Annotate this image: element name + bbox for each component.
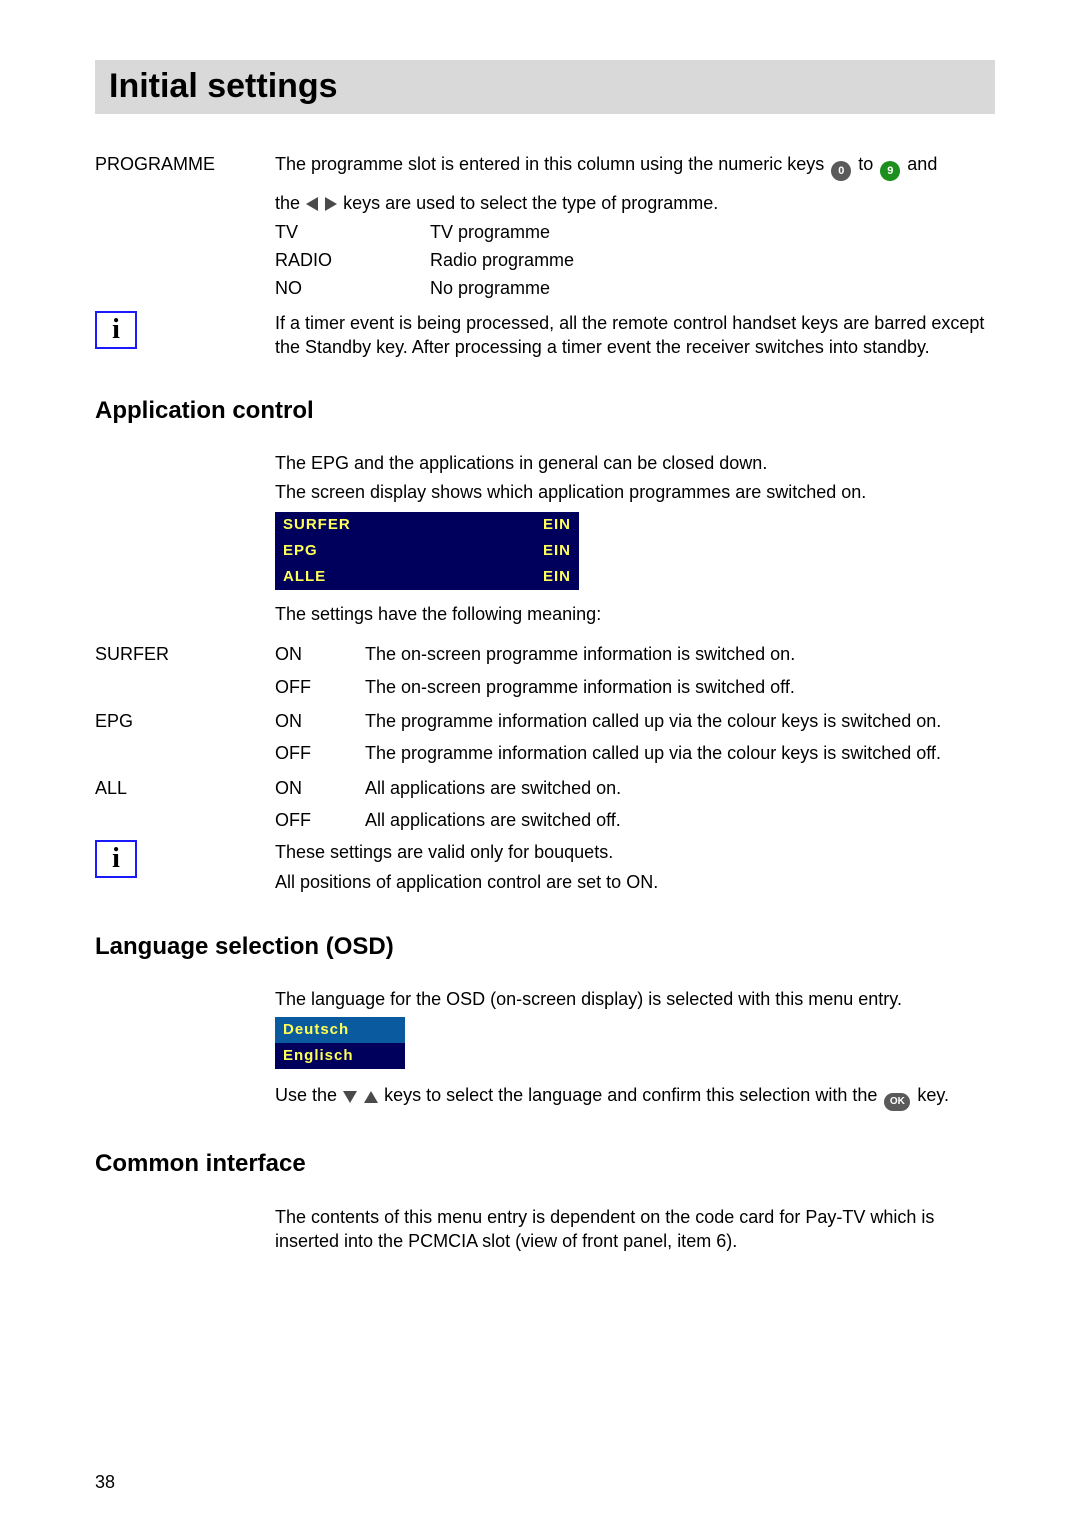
down-arrow-icon: [343, 1091, 357, 1103]
page-title: Initial settings: [109, 64, 981, 110]
programme-info-row: i If a timer event is being processed, a…: [95, 311, 995, 360]
app-info-note2: All positions of application control are…: [275, 870, 995, 894]
lang-option: Englisch: [283, 1046, 354, 1066]
def-row: TV TV programme: [275, 220, 995, 244]
osd-screenshot-app: SURFER EIN EPG EIN ALLE EIN: [275, 512, 579, 590]
info-icon: i: [95, 840, 137, 878]
app-control-block: The EPG and the applications in general …: [95, 451, 995, 640]
def-row: RADIO Radio programme: [275, 248, 995, 272]
desc: The on-screen programme information is s…: [365, 642, 995, 666]
state: OFF: [275, 808, 365, 832]
page-number: 38: [95, 1470, 115, 1494]
osd-row-state: EIN: [543, 541, 571, 561]
programme-intro-line2: the keys are used to select the type of …: [275, 191, 995, 215]
programme-intro-line1: The programme slot is entered in this co…: [275, 152, 995, 181]
def-val: TV programme: [430, 220, 995, 244]
osd-row-name: EPG: [283, 541, 543, 561]
language-intro: The language for the OSD (on-screen disp…: [275, 987, 995, 1011]
app-line1: The EPG and the applications in general …: [275, 451, 995, 475]
text: to: [858, 154, 878, 174]
language-heading: Language selection (OSD): [95, 931, 995, 963]
item-label: ALL: [95, 776, 275, 800]
text: keys to select the language and confirm …: [384, 1085, 882, 1105]
state: ON: [275, 642, 365, 666]
item-label: EPG: [95, 709, 275, 733]
def-key: NO: [275, 276, 430, 300]
text: The programme slot is entered in this co…: [275, 154, 829, 174]
desc: All applications are switched on.: [365, 776, 995, 800]
text: the: [275, 193, 305, 213]
ok-key-icon: OK: [884, 1093, 910, 1111]
app-info-note1: These settings are valid only for bouque…: [275, 840, 995, 864]
language-use-line: Use the keys to select the language and …: [275, 1083, 995, 1112]
desc: All applications are switched off.: [365, 808, 995, 832]
def-key: RADIO: [275, 248, 430, 272]
osd-row-state: EIN: [543, 567, 571, 587]
app-info-row: i These settings are valid only for bouq…: [95, 840, 995, 895]
meaning-intro: The settings have the following meaning:: [275, 602, 995, 626]
def-val: Radio programme: [430, 248, 995, 272]
osd-screenshot-lang: Deutsch Englisch: [275, 1017, 405, 1069]
up-arrow-icon: [364, 1091, 378, 1103]
title-bar: Initial settings: [95, 60, 995, 114]
desc: The programme information called up via …: [365, 709, 995, 733]
key-0-icon: 0: [831, 161, 851, 181]
desc: The programme information called up via …: [365, 741, 995, 765]
def-row: NO No programme: [275, 276, 995, 300]
key-9-icon: 9: [880, 161, 900, 181]
lang-option: Deutsch: [283, 1020, 349, 1040]
state: OFF: [275, 675, 365, 699]
common-interface-heading: Common interface: [95, 1148, 995, 1180]
osd-row-name: ALLE: [283, 567, 543, 587]
app-meaning-table: SURFER ON The on-screen programme inform…: [95, 642, 995, 832]
right-arrow-icon: [325, 197, 337, 211]
common-interface-text: The contents of this menu entry is depen…: [275, 1205, 995, 1254]
state: ON: [275, 709, 365, 733]
left-arrow-icon: [306, 197, 318, 211]
page: Initial settings PROGRAMME The programme…: [0, 0, 1080, 1528]
osd-row-name: SURFER: [283, 515, 543, 535]
state: ON: [275, 776, 365, 800]
programme-content: The programme slot is entered in this co…: [275, 152, 995, 305]
text: key.: [917, 1085, 949, 1105]
item-label: SURFER: [95, 642, 275, 666]
programme-row: PROGRAMME The programme slot is entered …: [95, 152, 995, 305]
info-icon: i: [95, 311, 137, 349]
text: keys are used to select the type of prog…: [343, 193, 718, 213]
def-val: No programme: [430, 276, 995, 300]
state: OFF: [275, 741, 365, 765]
app-control-heading: Application control: [95, 395, 995, 427]
desc: The on-screen programme information is s…: [365, 675, 995, 699]
def-key: TV: [275, 220, 430, 244]
programme-info-note: If a timer event is being processed, all…: [275, 311, 995, 360]
text: Use the: [275, 1085, 342, 1105]
text: and: [907, 154, 937, 174]
programme-label: PROGRAMME: [95, 152, 275, 176]
osd-row-state: EIN: [543, 515, 571, 535]
app-line2: The screen display shows which applicati…: [275, 480, 995, 504]
